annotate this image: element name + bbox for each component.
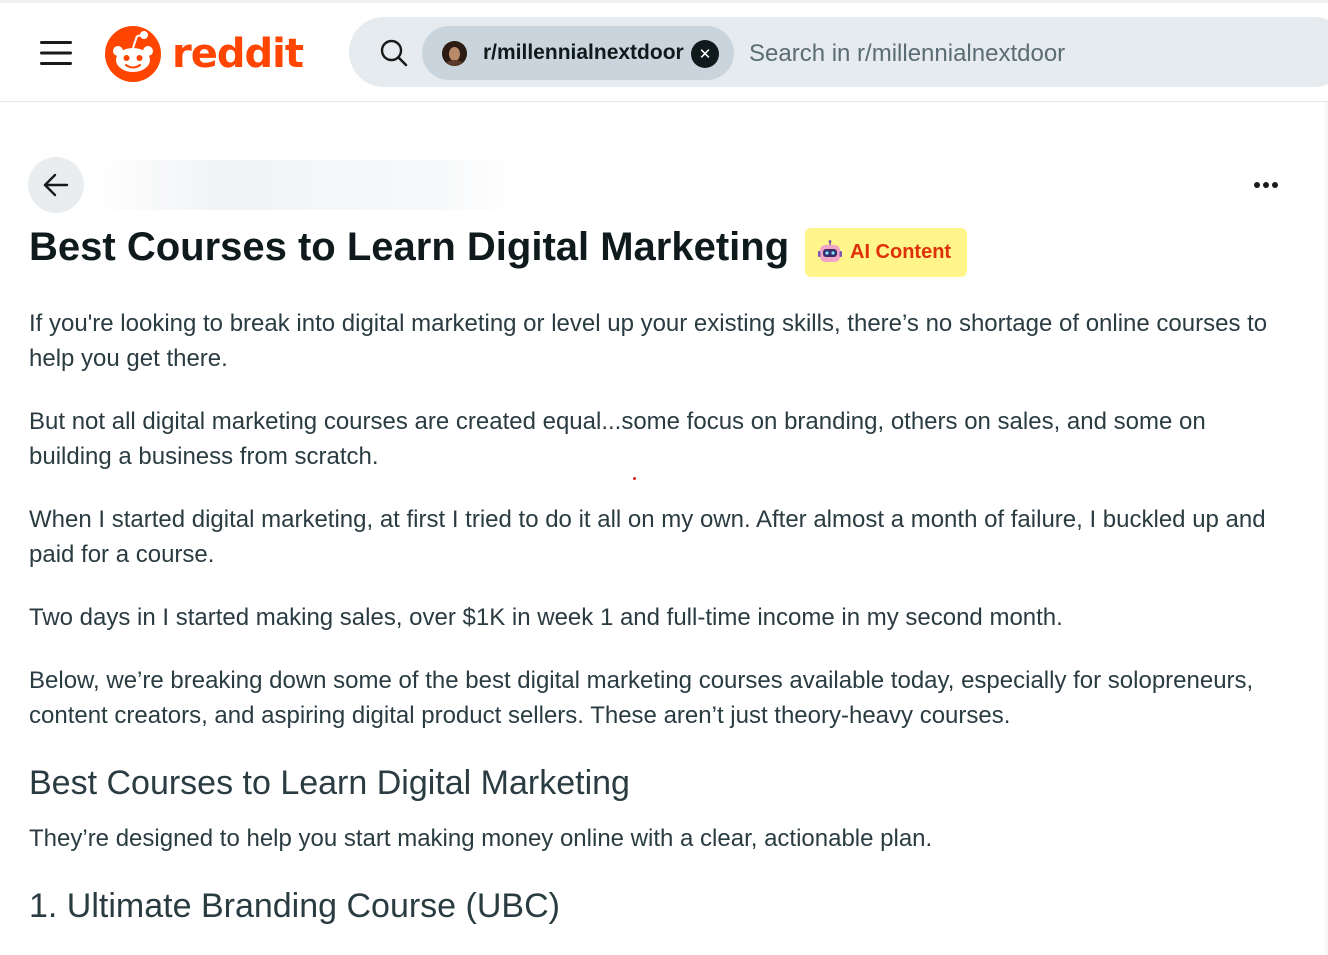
course-item-heading: 1. Ultimate Branding Course (UBC) [29,887,560,925]
search-bar[interactable]: r/millennialnextdoor ✕ [349,17,1328,87]
more-horizontal-icon [1254,182,1278,188]
post-paragraph: If you're looking to break into digital … [29,310,1268,372]
post-meta-placeholder [92,160,522,210]
arrow-left-icon [43,173,69,197]
post-title: Best Courses to Learn Digital Marketing [29,225,790,269]
close-icon: ✕ [698,46,712,63]
reddit-snoo-icon [105,26,161,82]
subreddit-chip-label: r/millennialnextdoor [483,41,684,64]
post-paragraph: When I started digital marketing, at fir… [29,506,1266,568]
post-paragraph: Below, we’re breaking down some of the b… [29,667,1254,729]
search-input[interactable] [747,37,1311,71]
menu-icon [40,41,72,65]
subreddit-filter-chip[interactable]: r/millennialnextdoor ✕ [422,26,734,80]
post-body: If you're looking to break into digital … [29,306,1291,928]
clear-subreddit-button[interactable]: ✕ [691,40,719,68]
top-header: reddit r/millennialnextdoor ✕ [0,3,1328,102]
post-paragraph: But not all digital marketing courses ar… [29,408,1206,470]
menu-button[interactable] [30,31,82,75]
subreddit-avatar [442,41,467,66]
reddit-logo[interactable]: reddit [104,25,304,83]
logo-wordmark: reddit [172,31,304,77]
ai-content-badge[interactable]: AI Content [805,228,967,277]
robot-icon [818,240,842,262]
search-icon [380,39,408,67]
section-paragraph: They’re designed to help you start makin… [29,825,933,852]
ai-content-label: AI Content [850,241,952,263]
more-options-button[interactable] [1244,170,1288,200]
cursor-dot [633,477,636,480]
section-heading: Best Courses to Learn Digital Marketing [29,764,630,802]
post-paragraph: Two days in I started making sales, over… [29,604,1063,631]
back-button[interactable] [28,157,84,213]
